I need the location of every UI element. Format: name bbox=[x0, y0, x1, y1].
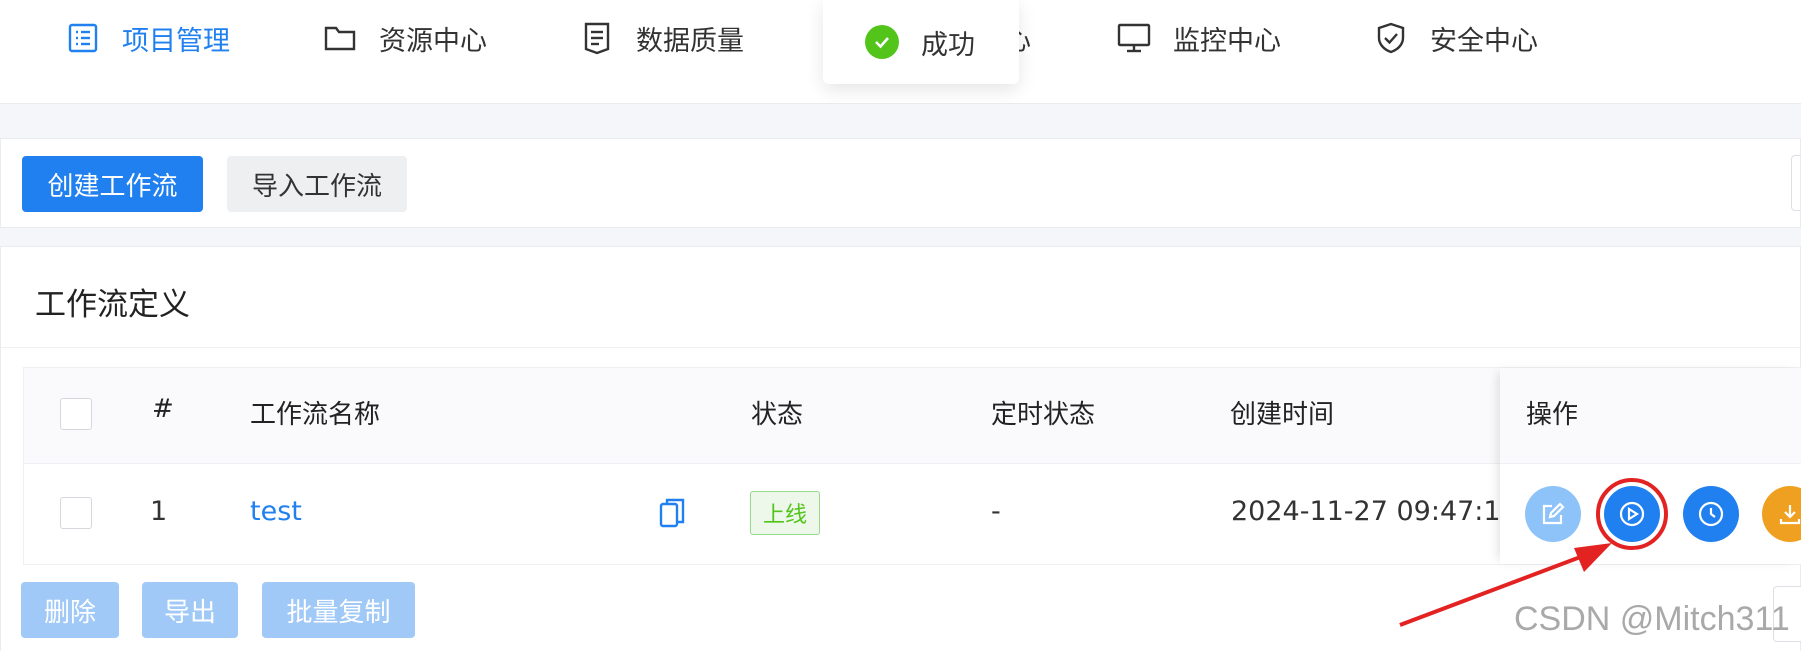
edit-button[interactable] bbox=[1525, 486, 1581, 542]
divider bbox=[1, 347, 1801, 348]
nav-label: 安全中心 bbox=[1430, 25, 1538, 57]
column-header-name: 工作流名称 bbox=[250, 400, 381, 430]
search-input-edge[interactable] bbox=[1791, 155, 1801, 211]
column-header-operations: 操作 bbox=[1526, 400, 1579, 430]
download-button[interactable] bbox=[1762, 486, 1801, 542]
monitor-icon bbox=[1117, 23, 1151, 53]
row-checkbox[interactable] bbox=[60, 497, 92, 529]
edit-icon bbox=[1542, 502, 1565, 525]
document-icon bbox=[584, 22, 610, 55]
delete-button[interactable]: 删除 bbox=[21, 582, 119, 638]
copy-icon[interactable] bbox=[658, 496, 686, 534]
nav-item-resource-center[interactable]: 资源中心 bbox=[323, 18, 487, 58]
shield-icon bbox=[1377, 22, 1405, 54]
column-header-index: # bbox=[152, 394, 174, 424]
download-icon bbox=[1779, 505, 1801, 525]
import-workflow-button[interactable]: 导入工作流 bbox=[227, 156, 407, 212]
check-circle-icon bbox=[865, 25, 899, 59]
operations-header: 操作 bbox=[1500, 368, 1801, 464]
column-header-status: 状态 bbox=[751, 400, 804, 430]
select-all-checkbox[interactable] bbox=[60, 398, 92, 430]
success-toast: 成功 bbox=[823, 0, 1019, 84]
nav-label: 监控中心 bbox=[1173, 25, 1281, 57]
nav-item-data-quality[interactable]: 数据质量 bbox=[580, 18, 744, 58]
nav-item-monitor-center[interactable]: 监控中心 bbox=[1117, 18, 1281, 58]
nav-label: 项目管理 bbox=[122, 25, 230, 57]
folder-icon bbox=[324, 26, 356, 51]
created-time-value: 2024-11-27 09:47:1 bbox=[1231, 496, 1501, 527]
annotation-highlight-ring bbox=[1596, 478, 1668, 550]
export-button[interactable]: 导出 bbox=[142, 582, 238, 638]
timer-button[interactable] bbox=[1683, 486, 1739, 542]
operations-column: 操作 bbox=[1500, 368, 1801, 564]
column-header-schedule-status: 定时状态 bbox=[991, 400, 1096, 430]
nav-item-project-management[interactable]: 项目管理 bbox=[66, 18, 230, 58]
toolbar-card: 创建工作流 导入工作流 bbox=[0, 138, 1801, 228]
workflow-name-link[interactable]: test bbox=[250, 496, 302, 527]
timer-icon bbox=[1698, 501, 1724, 527]
card-title: 工作流定义 bbox=[35, 287, 190, 323]
toast-message: 成功 bbox=[921, 29, 975, 61]
nav-label: 数据质量 bbox=[636, 25, 744, 57]
batch-copy-button[interactable]: 批量复制 bbox=[262, 582, 415, 638]
watermark: CSDN @Mitch311 bbox=[1514, 600, 1790, 638]
nav-item-security-center[interactable]: 安全中心 bbox=[1374, 18, 1538, 58]
schedule-status-value: - bbox=[991, 496, 1001, 527]
workflow-table: # 工作流名称 状态 定时状态 创建时间 1 test 上线 - 2024-11… bbox=[23, 367, 1801, 565]
column-header-created-time: 创建时间 bbox=[1230, 400, 1335, 430]
row-index: 1 bbox=[150, 496, 168, 527]
create-workflow-button[interactable]: 创建工作流 bbox=[22, 156, 203, 212]
list-icon bbox=[68, 23, 98, 53]
nav-label: 资源中心 bbox=[379, 25, 487, 57]
status-badge: 上线 bbox=[750, 491, 821, 535]
